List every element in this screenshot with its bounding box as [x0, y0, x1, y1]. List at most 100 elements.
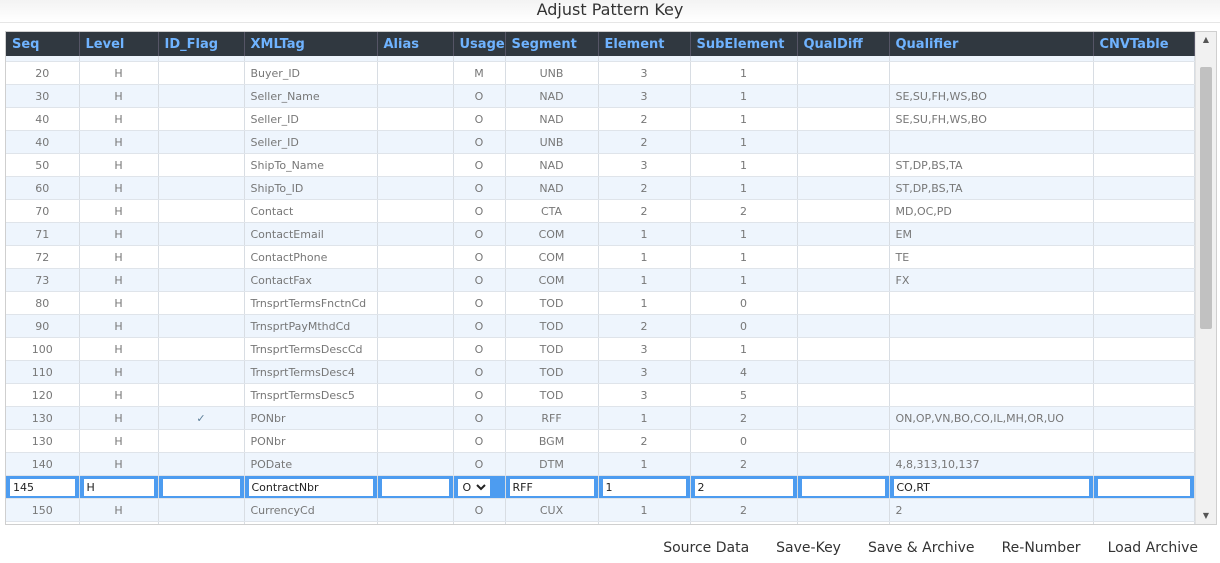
- cell-cnvtable: [1093, 268, 1195, 292]
- column-header-usage[interactable]: Usage: [453, 32, 506, 56]
- qualifier-input[interactable]: [893, 478, 1089, 496]
- cell-subelement: 1: [690, 107, 798, 131]
- usage-select[interactable]: O: [457, 478, 490, 496]
- table-row[interactable]: 73 H ContactFax O COM 1 1 FX: [6, 268, 1195, 292]
- cell-id-flag: [158, 222, 245, 246]
- table-row[interactable]: 40 H Seller_ID O UNB 2 1: [6, 130, 1195, 154]
- edit-row[interactable]: O: [6, 475, 1195, 499]
- cell-qualdiff: [797, 153, 890, 177]
- cell-level: H: [79, 199, 159, 223]
- table-row[interactable]: 40 H Seller_ID O NAD 2 1 SE,SU,FH,WS,BO: [6, 107, 1195, 131]
- page-title: Adjust Pattern Key: [536, 0, 684, 19]
- column-header-id-flag[interactable]: ID_Flag: [158, 32, 245, 56]
- cell-qualdiff: [797, 498, 890, 522]
- cell-level: H: [79, 84, 159, 108]
- table-row[interactable]: 110 H TrnsprtTermsDesc4 O TOD 3 4: [6, 360, 1195, 384]
- table-row[interactable]: 80 H TrnsprtTermsFnctnCd O TOD 1 0: [6, 291, 1195, 315]
- cell-qualifier: TE: [889, 245, 1094, 269]
- table-row[interactable]: 130 H ✓ PONbr O RFF 1 2 ON,OP,VN,BO,CO,IL,MH,OR,…: [6, 406, 1195, 430]
- table-row[interactable]: 130 H PONbr O BGM 2 0: [6, 429, 1195, 453]
- table-row[interactable]: 100 H TrnsprtTermsDescCd O TOD 3 1: [6, 337, 1195, 361]
- table-row[interactable]: 72 H ContactPhone O COM 1 1 TE: [6, 245, 1195, 269]
- cell-level: H: [79, 222, 159, 246]
- table-row[interactable]: 71 H ContactEmail O COM 1 1 EM: [6, 222, 1195, 246]
- renumber-button[interactable]: Re-Number: [1002, 540, 1081, 556]
- cell-segment: NAD: [505, 107, 599, 131]
- column-header-subelement[interactable]: SubElement: [690, 32, 798, 56]
- edit-cell-qualdiff: [797, 475, 890, 499]
- cell-id-flag: [158, 360, 245, 384]
- level-input[interactable]: [83, 478, 154, 496]
- column-header-element[interactable]: Element: [598, 32, 691, 56]
- table-row[interactable]: 30 H Seller_Name O NAD 3 1 SE,SU,FH,WS,BO: [6, 84, 1195, 108]
- cell-xmltag: TrnsprtTermsDesc5: [244, 383, 378, 407]
- column-header-cnvtable[interactable]: CNVTable: [1093, 32, 1195, 56]
- subelement-input[interactable]: [694, 478, 793, 496]
- cell-alias: [377, 429, 454, 453]
- alias-input[interactable]: [381, 478, 449, 496]
- vertical-scrollbar[interactable]: ▲ ▼: [1195, 32, 1216, 524]
- cell-usage: O: [453, 452, 506, 476]
- cell-qualdiff: [797, 452, 890, 476]
- cell-element: 3: [598, 153, 691, 177]
- save-archive-button[interactable]: Save & Archive: [868, 540, 975, 556]
- cell-subelement: 5: [690, 383, 798, 407]
- table-row[interactable]: 70 H Contact O CTA 2 2 MD,OC,PD: [6, 199, 1195, 223]
- seq-input[interactable]: [10, 478, 75, 496]
- cell-level: H: [79, 406, 159, 430]
- cnvtable-input[interactable]: [1097, 478, 1190, 496]
- column-header-alias[interactable]: Alias: [377, 32, 454, 56]
- cell-alias: [377, 498, 454, 522]
- table-row[interactable]: 175H PayTerms4 OPAT24: [6, 521, 1195, 524]
- column-header-xmltag[interactable]: XMLTag: [244, 32, 378, 56]
- column-header-segment[interactable]: Segment: [505, 32, 599, 56]
- cell-cnvtable: [1093, 429, 1195, 453]
- qualdiff-input[interactable]: [801, 478, 885, 496]
- cell-segment: NAD: [505, 176, 599, 200]
- xmltag-input[interactable]: [248, 478, 373, 496]
- edit-cell-qualifier: [889, 475, 1094, 499]
- cell-alias: [377, 107, 454, 131]
- column-header-qualifier[interactable]: Qualifier: [889, 32, 1094, 56]
- table-row[interactable]: 140 H PODate O DTM 1 2 4,8,313,10,137: [6, 452, 1195, 476]
- cell-subelement: 2: [690, 199, 798, 223]
- cell-xmltag: PODate: [244, 452, 378, 476]
- column-header-level[interactable]: Level: [79, 32, 159, 56]
- cell-element: 1: [598, 268, 691, 292]
- cell-xmltag: ContactFax: [244, 268, 378, 292]
- cell-subelement: 2: [690, 498, 798, 522]
- cell-cnvtable: [1093, 176, 1195, 200]
- cell-cnvtable: [1093, 245, 1195, 269]
- table-row[interactable]: 50 H ShipTo_Name O NAD 3 1 ST,DP,BS,TA: [6, 153, 1195, 177]
- cell-qualifier: [889, 521, 1094, 524]
- column-header-qualdiff[interactable]: QualDiff: [797, 32, 890, 56]
- column-header-seq[interactable]: Seq: [6, 32, 80, 56]
- element-input[interactable]: [602, 478, 686, 496]
- load-archive-button[interactable]: Load Archive: [1108, 540, 1198, 556]
- scroll-up-arrow-icon[interactable]: ▲: [1196, 32, 1216, 48]
- cell-alias: [377, 222, 454, 246]
- table-row[interactable]: 90 H TrnsprtPayMthdCd O TOD 2 0: [6, 314, 1195, 338]
- cell-usage: O: [453, 406, 506, 430]
- cell-id-flag: [158, 199, 245, 223]
- cell-cnvtable: [1093, 337, 1195, 361]
- cell-seq: 71: [6, 222, 80, 246]
- cell-cnvtable: [1093, 291, 1195, 315]
- id-flag-input[interactable]: [162, 478, 240, 496]
- scroll-thumb[interactable]: [1200, 67, 1212, 329]
- table-row[interactable]: 120 H TrnsprtTermsDesc5 O TOD 3 5: [6, 383, 1195, 407]
- cell-subelement: 0: [690, 429, 798, 453]
- cell-element: 1: [598, 245, 691, 269]
- table-row[interactable]: 20 H Buyer_ID M UNB 3 1: [6, 61, 1195, 85]
- cell-seq: 175: [6, 521, 80, 524]
- segment-input[interactable]: [509, 478, 594, 496]
- table-row[interactable]: 60 H ShipTo_ID O NAD 2 1 ST,DP,BS,TA: [6, 176, 1195, 200]
- edit-cell-level: [79, 475, 159, 499]
- scroll-down-arrow-icon[interactable]: ▼: [1196, 508, 1216, 524]
- cell-qualdiff: [797, 245, 890, 269]
- cell-id-flag: [158, 107, 245, 131]
- cell-xmltag: CurrencyCd: [244, 498, 378, 522]
- table-row[interactable]: 150 H CurrencyCd O CUX 1 2 2: [6, 498, 1195, 522]
- save-key-button[interactable]: Save-Key: [776, 540, 841, 556]
- source-data-button[interactable]: Source Data: [663, 540, 749, 556]
